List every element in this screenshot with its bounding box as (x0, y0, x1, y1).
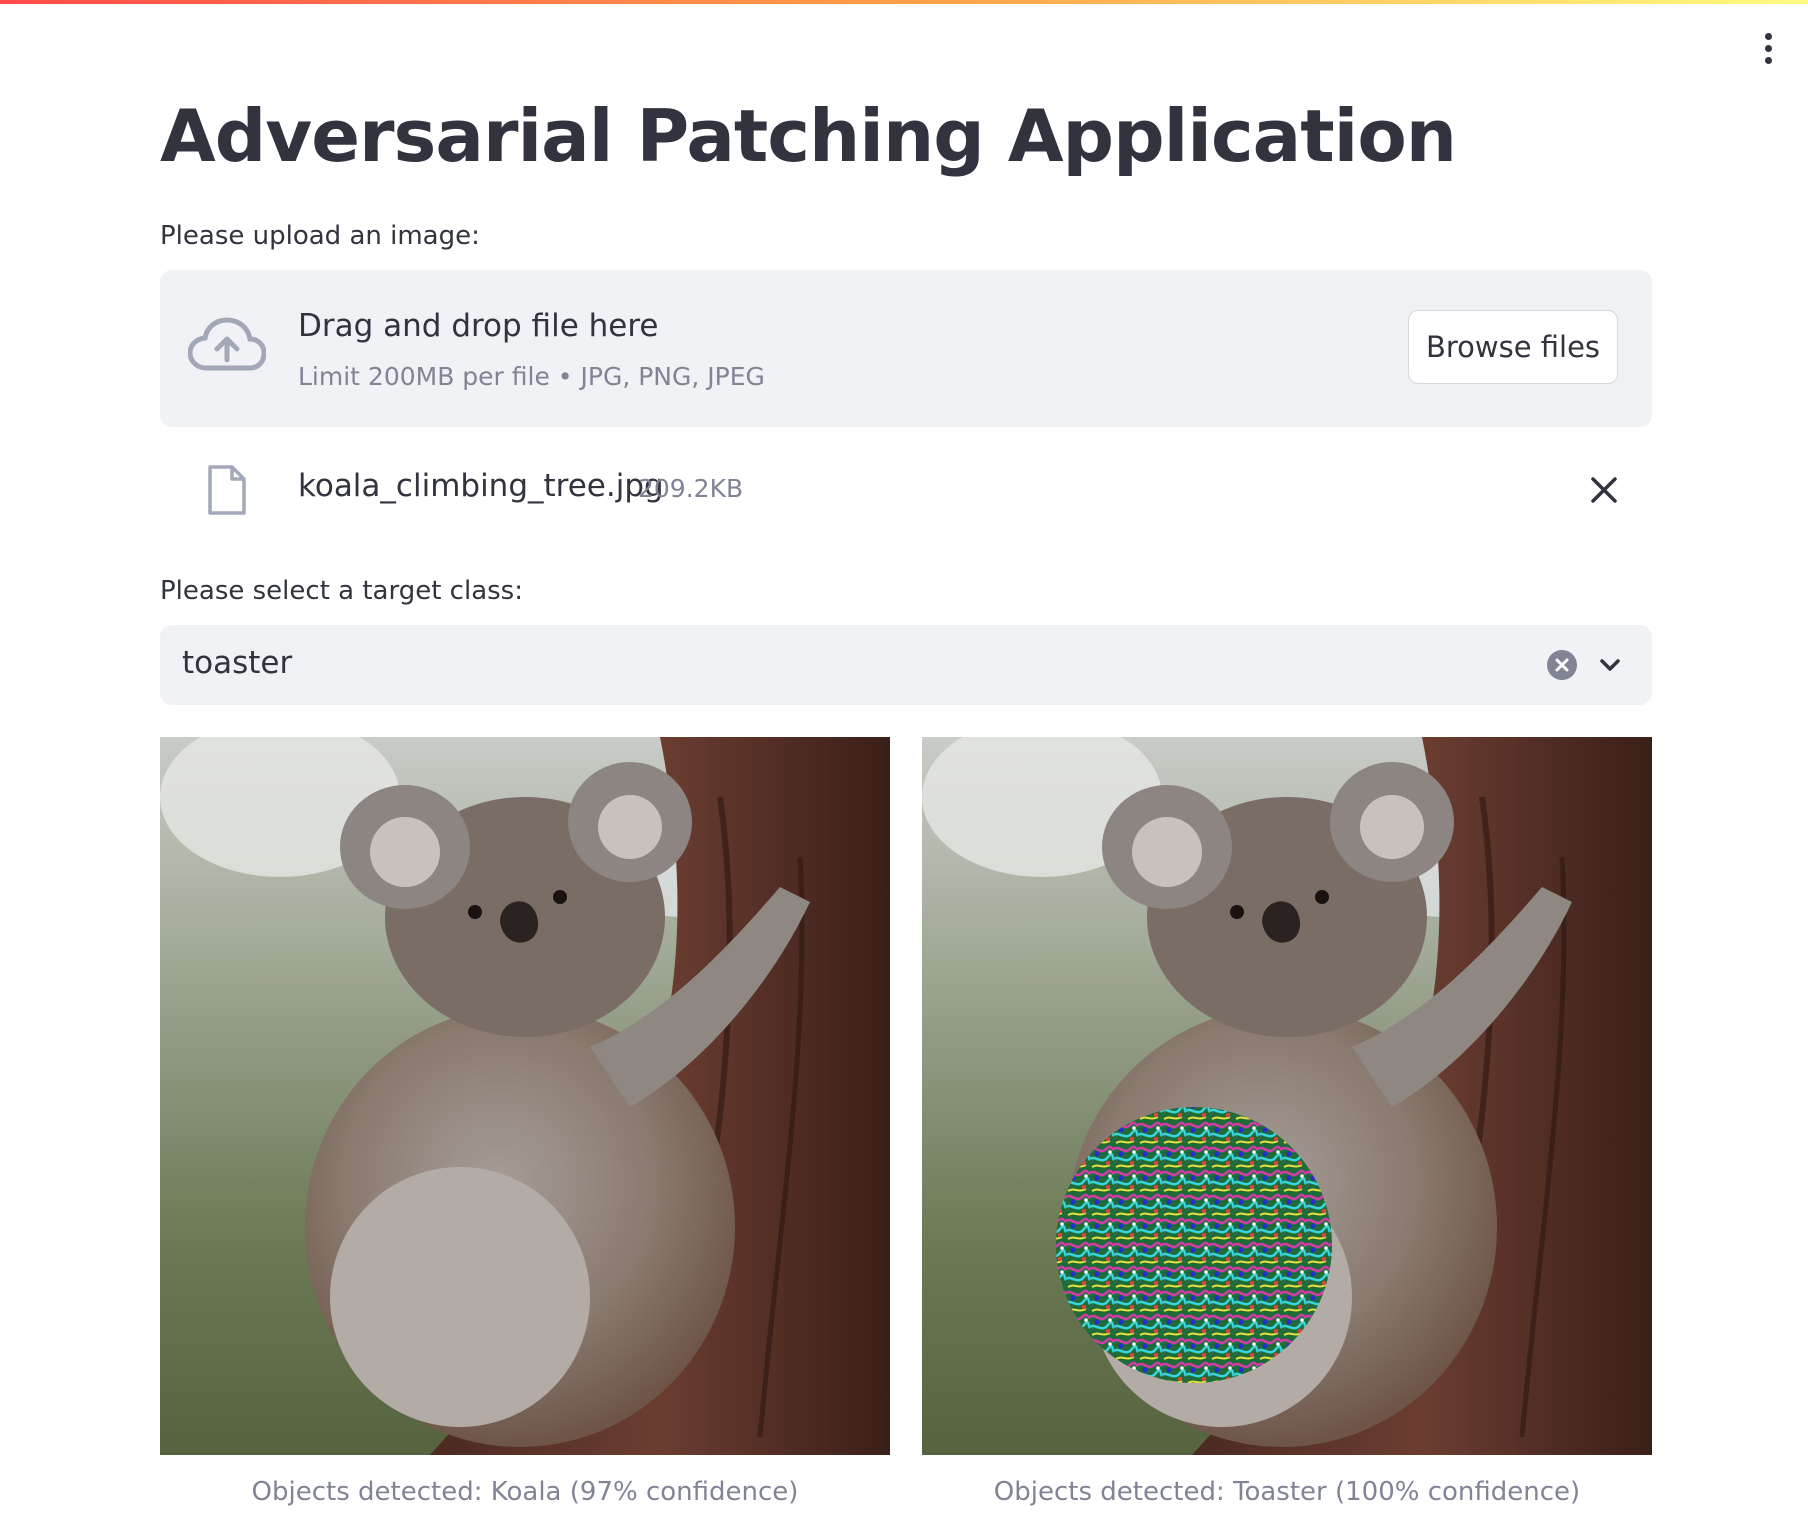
chevron-down-icon[interactable] (1596, 651, 1624, 679)
uploaded-file-name: koala_climbing_tree.jpg (298, 468, 664, 504)
file-icon (208, 465, 246, 515)
upload-label: Please upload an image: (160, 221, 480, 251)
target-class-value: toaster (182, 645, 293, 681)
browse-files-button[interactable]: Browse files (1408, 310, 1618, 384)
cloud-upload-icon (188, 317, 266, 371)
file-dropzone[interactable]: Drag and drop file here Limit 200MB per … (160, 270, 1652, 427)
patched-image-caption: Objects detected: Toaster (100% confiden… (993, 1477, 1581, 1507)
top-decoration-bar (0, 0, 1808, 4)
clear-circle-icon[interactable] (1546, 649, 1578, 681)
dropzone-title: Drag and drop file here (298, 308, 659, 344)
uploaded-file-size: 209.2KB (638, 474, 744, 503)
dropzone-limit-text: Limit 200MB per file • JPG, PNG, JPEG (298, 362, 765, 391)
uploaded-file-row: koala_climbing_tree.jpg 209.2KB (160, 450, 1652, 530)
adversarial-patch (1056, 1107, 1332, 1383)
original-image-caption: Objects detected: Koala (97% confidence) (251, 1477, 799, 1507)
patched-image-column: Objects detected: Toaster (100% confiden… (922, 737, 1652, 1507)
patched-koala-image (922, 737, 1652, 1455)
menu-dot (1764, 32, 1772, 40)
page-title: Adversarial Patching Application (160, 94, 1457, 178)
close-icon[interactable] (1584, 470, 1624, 510)
main-menu-button[interactable] (1752, 28, 1784, 68)
target-class-label: Please select a target class: (160, 576, 523, 606)
original-image-column: Objects detected: Koala (97% confidence) (160, 737, 890, 1507)
original-koala-image (160, 737, 890, 1455)
menu-dot (1764, 44, 1772, 52)
menu-dot (1764, 56, 1772, 64)
target-class-select[interactable]: toaster (160, 625, 1652, 705)
